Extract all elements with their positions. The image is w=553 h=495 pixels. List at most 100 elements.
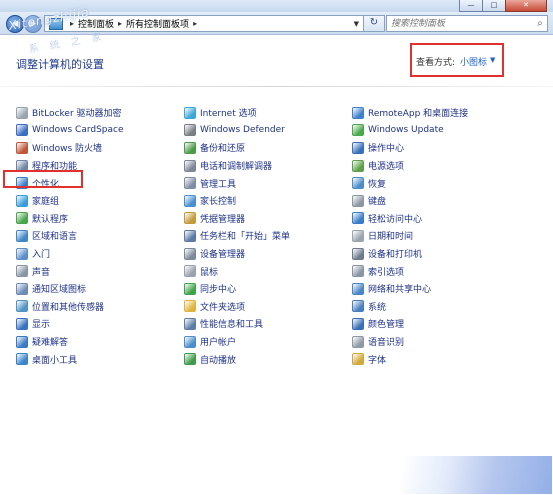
folder-icon	[184, 300, 196, 313]
control-panel-item[interactable]: RemoteApp 和桌面连接	[352, 104, 468, 122]
control-panel-item[interactable]: Windows Update	[352, 122, 468, 140]
breadcrumb-separator: ▸	[118, 19, 123, 28]
control-panel-item-label: 桌面小工具	[32, 355, 78, 366]
control-panel-item-label: 文件夹选项	[200, 302, 246, 313]
printer-icon	[352, 247, 364, 260]
control-panel-item[interactable]: 自动播放	[184, 350, 290, 368]
control-panel-item[interactable]: 鼠标	[184, 262, 290, 280]
control-panel-item[interactable]: Windows CardSpace	[16, 122, 124, 140]
search-icon[interactable]: ⌕	[533, 18, 547, 29]
control-panel-item[interactable]: 桌面小工具	[16, 350, 124, 368]
control-panel-item[interactable]: 设备管理器	[184, 245, 290, 263]
firewall-icon	[16, 141, 28, 154]
breadcrumb-all-items[interactable]: 所有控制面板项	[126, 17, 189, 30]
control-panel-item-label: RemoteApp 和桌面连接	[368, 109, 469, 120]
control-panel-item[interactable]: 字体	[352, 350, 468, 368]
credential-icon	[184, 212, 196, 225]
control-panel-item[interactable]: 家庭组	[16, 192, 124, 210]
getting-started-icon	[16, 247, 28, 260]
control-panel-item-label: 键盘	[368, 197, 387, 208]
search-input[interactable]	[387, 17, 533, 30]
control-panel-item-label: 任务栏和「开始」菜单	[200, 232, 291, 243]
control-panel-item[interactable]: 同步中心	[184, 280, 290, 298]
control-panel-item[interactable]: BitLocker 驱动器加密	[16, 104, 124, 122]
control-panel-item-label: 通知区域图标	[32, 285, 87, 296]
cardspace-icon	[16, 124, 28, 137]
control-panel-item[interactable]: 入门	[16, 245, 124, 263]
ease-of-access-icon	[352, 212, 364, 225]
notification-icon	[16, 282, 28, 295]
control-panel-item-label: 日期和时间	[368, 232, 414, 243]
control-panel-item[interactable]: 疑难解答	[16, 333, 124, 351]
control-panel-item[interactable]: 区域和语言	[16, 227, 124, 245]
gadgets-icon	[16, 353, 28, 366]
control-panel-item-label: 凭据管理器	[200, 214, 246, 225]
refresh-button[interactable]: ↻	[363, 15, 385, 32]
control-panel-item-label: 电源选项	[368, 162, 405, 173]
control-panel-item-label: 颜色管理	[368, 320, 405, 331]
control-panel-item-label: 操作中心	[368, 144, 405, 155]
control-panel-item[interactable]: 声音	[16, 262, 124, 280]
control-panel-item[interactable]: Windows Defender	[184, 122, 290, 140]
minimize-button[interactable]: —	[459, 0, 483, 12]
items-column-1: BitLocker 驱动器加密 Windows CardSpace Windows …	[16, 104, 124, 368]
control-panel-item[interactable]: 电话和调制解调器	[184, 157, 290, 175]
control-panel-item[interactable]: 电源选项	[352, 157, 468, 175]
control-panel-item-label: 管理工具	[200, 179, 237, 190]
close-button[interactable]: ✕	[505, 0, 547, 12]
search-box[interactable]: ⌕	[386, 15, 548, 32]
caret-down-icon[interactable]: ▼	[490, 56, 495, 64]
control-panel-item[interactable]: 管理工具	[184, 174, 290, 192]
power-icon	[352, 159, 364, 172]
control-panel-item[interactable]: 文件夹选项	[184, 298, 290, 316]
control-panel-item[interactable]: 家长控制	[184, 192, 290, 210]
recovery-icon	[352, 177, 364, 190]
window-controls: — □ ✕	[459, 0, 547, 12]
performance-icon	[184, 317, 196, 330]
control-panel-item[interactable]: 默认程序	[16, 210, 124, 228]
control-panel-item-label: 网络和共享中心	[368, 285, 432, 296]
control-panel-item[interactable]: 操作中心	[352, 139, 468, 157]
chevron-down-icon[interactable]: ▼	[354, 20, 359, 28]
control-panel-item[interactable]: 恢复	[352, 174, 468, 192]
control-panel-item[interactable]: 语音识别	[352, 333, 468, 351]
view-by-label: 查看方式:	[416, 58, 456, 68]
control-panel-item-label: 位置和其他传感器	[32, 302, 105, 313]
control-panel-item[interactable]: 系统	[352, 298, 468, 316]
control-panel-item[interactable]: 凭据管理器	[184, 210, 290, 228]
control-panel-item[interactable]: 任务栏和「开始」菜单	[184, 227, 290, 245]
view-by-dropdown[interactable]: 小图标	[460, 55, 487, 68]
control-panel-item[interactable]: 性能信息和工具	[184, 315, 290, 333]
control-panel-item[interactable]: 备份和还原	[184, 139, 290, 157]
control-panel-item-label: 同步中心	[200, 285, 237, 296]
control-panel-item[interactable]: 索引选项	[352, 262, 468, 280]
windows-update-icon	[352, 124, 364, 137]
maximize-button[interactable]: □	[482, 0, 506, 12]
control-panel-item[interactable]: 位置和其他传感器	[16, 298, 124, 316]
internet-icon	[184, 106, 196, 119]
control-panel-item[interactable]: 通知区域图标	[16, 280, 124, 298]
control-panel-item-label: 鼠标	[200, 267, 219, 278]
control-panel-item[interactable]: 显示	[16, 315, 124, 333]
control-panel-item[interactable]: 用户帐户	[184, 333, 290, 351]
control-panel-item[interactable]: Internet 选项	[184, 104, 290, 122]
control-panel-item-label: 设备管理器	[200, 250, 246, 261]
control-panel-item[interactable]: 网络和共享中心	[352, 280, 468, 298]
control-panel-item[interactable]: 日期和时间	[352, 227, 468, 245]
control-panel-item-label: 疑难解答	[32, 338, 69, 349]
control-panel-item-label: Windows CardSpace	[32, 125, 124, 136]
control-panel-item-label: 设备和打印机	[368, 250, 423, 261]
control-panel-item[interactable]: 键盘	[352, 192, 468, 210]
header-divider	[0, 86, 553, 87]
control-panel-item[interactable]: Windows 防火墙	[16, 139, 124, 157]
phone-icon	[184, 159, 196, 172]
control-panel-item-label: 家庭组	[32, 197, 60, 208]
control-panel-item[interactable]: 设备和打印机	[352, 245, 468, 263]
control-panel-item[interactable]: 颜色管理	[352, 315, 468, 333]
items-column-2: Internet 选项 Windows Defender 备份和还原 电话和调制解调器…	[184, 104, 290, 368]
user-accounts-icon	[184, 335, 196, 348]
homegroup-icon	[16, 194, 28, 207]
control-panel-item[interactable]: 轻松访问中心	[352, 210, 468, 228]
page-title: 调整计算机的设置	[16, 58, 104, 71]
remoteapp-icon	[352, 106, 364, 119]
